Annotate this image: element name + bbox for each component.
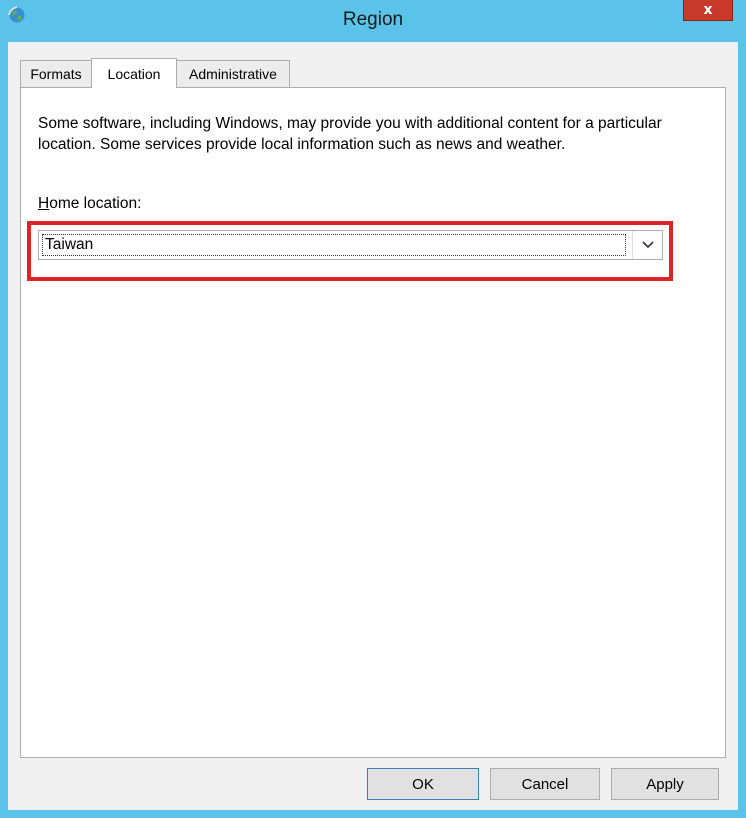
window-title: Region xyxy=(342,9,404,30)
home-location-dropdown[interactable]: Taiwan xyxy=(38,230,663,260)
location-description: Some software, including Windows, may pr… xyxy=(38,115,662,153)
home-location-value: Taiwan xyxy=(42,234,626,256)
cancel-button[interactable]: Cancel xyxy=(490,768,600,800)
tab-location[interactable]: Location xyxy=(91,58,177,88)
location-panel: Some software, including Windows, may pr… xyxy=(20,87,726,758)
tab-formats[interactable]: Formats xyxy=(20,60,92,87)
close-button[interactable]: x xyxy=(683,0,733,21)
dialog-client: Formats Location Administrative Some sof… xyxy=(8,42,738,810)
tab-administrative[interactable]: Administrative xyxy=(176,60,290,87)
home-location-label: Home location: xyxy=(38,195,142,212)
apply-button[interactable]: Apply xyxy=(611,768,719,800)
close-icon: x xyxy=(703,2,713,18)
ok-button[interactable]: OK xyxy=(367,768,479,800)
title-bar: Region x xyxy=(0,0,746,42)
chevron-down-icon[interactable] xyxy=(632,231,662,259)
